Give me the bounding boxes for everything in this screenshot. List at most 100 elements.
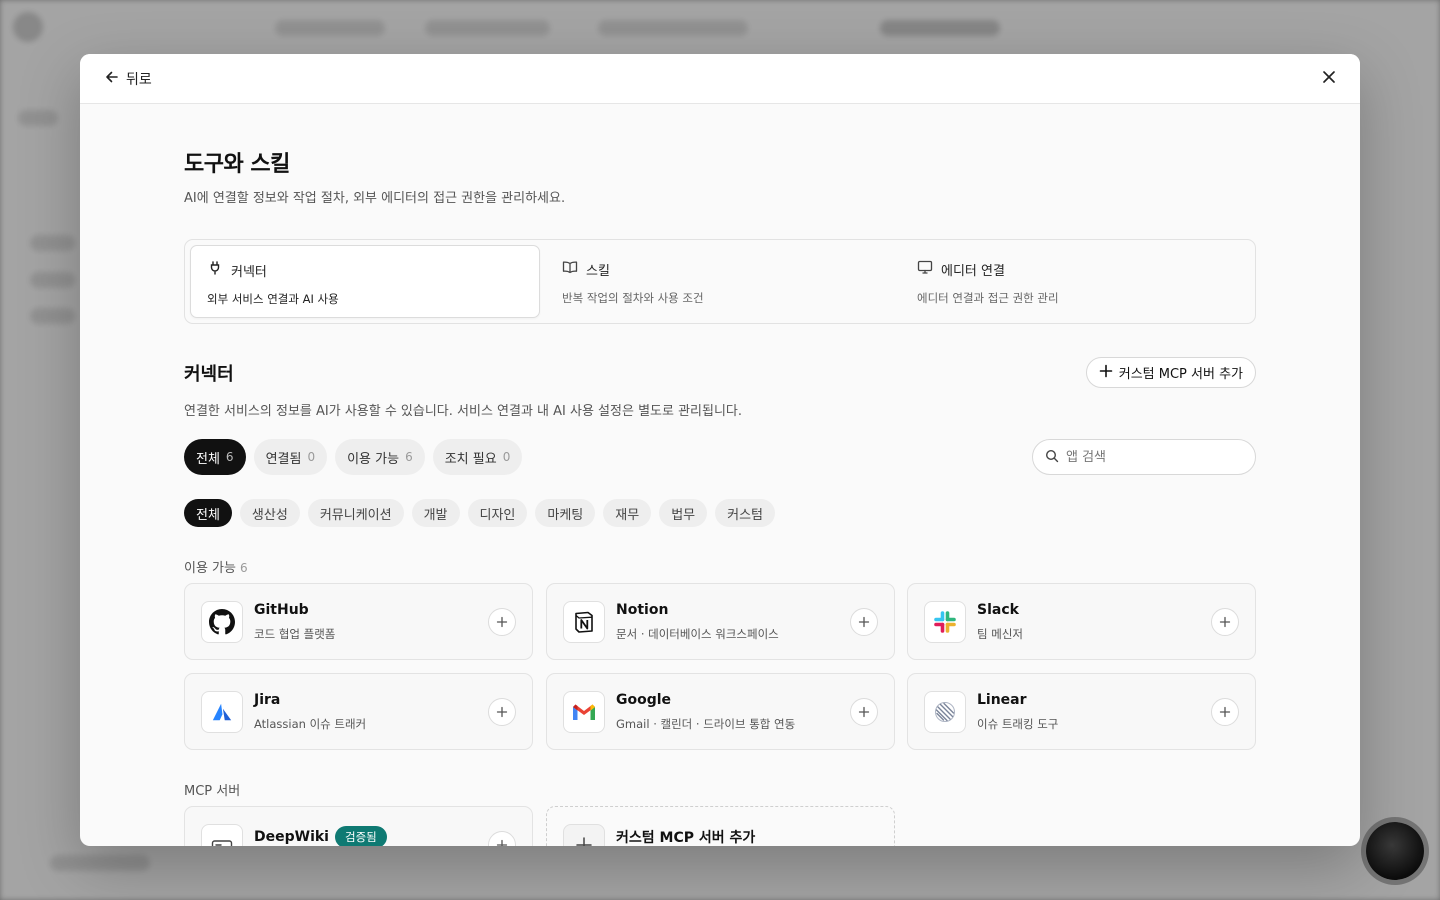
linear-icon	[924, 691, 966, 733]
mcp-card-deepwiki[interactable]: DeepWiki 검증됨	[184, 806, 533, 846]
plus-icon	[1219, 703, 1231, 722]
app-card-google[interactable]: Google Gmail · 캘린더 · 드라이브 통합 연동	[546, 673, 895, 750]
filter-count: 6	[405, 450, 413, 464]
connect-button[interactable]	[488, 608, 516, 636]
app-description: 코드 협업 플랫폼	[254, 627, 336, 641]
back-label: 뒤로	[126, 71, 152, 88]
notion-icon	[563, 601, 605, 643]
category-chip[interactable]: 마케팅	[535, 499, 596, 527]
search-icon	[1045, 448, 1059, 467]
status-filters: 전체 6 연결됨 0 이용 가능 6 조치 필요 0	[184, 439, 523, 475]
add-custom-mcp-button[interactable]: 커스텀 MCP 서버 추가	[1085, 357, 1256, 388]
app-description: 문서 · 데이터베이스 워크스페이스	[616, 627, 779, 641]
category-chip[interactable]: 개발	[411, 499, 460, 527]
filter-count: 0	[502, 450, 511, 464]
mcp-group-label: MCP 서버	[184, 784, 241, 799]
app-description: Atlassian 이슈 트래커	[254, 717, 367, 731]
tab-skills[interactable]: 스킬 반복 작업의 절차와 사용 조건	[546, 245, 896, 318]
filter-count: 0	[307, 450, 316, 464]
category-chip[interactable]: 재무	[603, 499, 652, 527]
assistant-orb-button[interactable]	[1366, 822, 1424, 880]
gmail-icon	[563, 691, 605, 733]
connect-button[interactable]	[488, 831, 516, 846]
tab-connectors[interactable]: 커넥터 외부 서비스 연결과 AI 사용	[190, 245, 540, 318]
add-custom-mcp-card-label: 커스텀 MCP 서버 추가	[616, 830, 756, 846]
filter-label: 연결됨	[265, 451, 302, 467]
filter-all[interactable]: 전체 6	[184, 439, 246, 475]
search-input[interactable]	[1066, 449, 1236, 465]
page-title: 도구와 스킬	[184, 152, 290, 177]
category-filters: 전체 생산성 커뮤니케이션 개발 디자인 마케팅 재무 법무 커스텀	[184, 499, 776, 527]
verified-badge: 검증됨	[334, 826, 387, 846]
filter-action-needed[interactable]: 조치 필요 0	[432, 439, 523, 475]
category-chip[interactable]: 커스텀	[715, 499, 776, 527]
plus-icon	[858, 703, 870, 722]
book-icon	[562, 259, 578, 279]
tab-label: 에디터 연결	[941, 263, 1005, 279]
plug-icon	[207, 260, 223, 280]
jira-icon	[201, 691, 243, 733]
slack-icon	[924, 601, 966, 643]
arrow-left-icon	[104, 69, 120, 89]
connect-button[interactable]	[1211, 608, 1239, 636]
app-search[interactable]	[1032, 439, 1256, 475]
tools-skills-modal: 뒤로 도구와 스킬 AI에 연결할 정보와 작업 절차, 외부 에디터의 접근 …	[80, 54, 1360, 846]
filter-label: 이용 가능	[347, 451, 400, 467]
category-chip[interactable]: 생산성	[239, 499, 300, 527]
app-card-notion[interactable]: Notion 문서 · 데이터베이스 워크스페이스	[546, 583, 895, 660]
connect-button[interactable]	[850, 698, 878, 726]
app-description: 팀 메신저	[977, 627, 1023, 641]
plus-icon	[563, 824, 605, 846]
filter-label: 조치 필요	[444, 451, 497, 467]
app-name: Slack	[977, 602, 1019, 618]
plus-icon	[496, 703, 508, 722]
app-name: Linear	[977, 692, 1027, 708]
app-card-linear[interactable]: Linear 이슈 트래킹 도구	[907, 673, 1256, 750]
monitor-icon	[917, 259, 933, 279]
plus-icon	[1099, 364, 1113, 382]
filter-connected[interactable]: 연결됨 0	[253, 439, 328, 475]
category-chip[interactable]: 전체	[184, 499, 232, 527]
server-name-row: DeepWiki 검증됨	[254, 826, 387, 846]
plus-icon	[858, 613, 870, 632]
server-name: DeepWiki	[254, 829, 329, 845]
app-name: Jira	[254, 692, 281, 708]
add-custom-mcp-label: 커스텀 MCP 서버 추가	[1118, 367, 1243, 382]
plus-icon	[496, 613, 508, 632]
tab-description: 반복 작업의 절차와 사용 조건	[562, 291, 704, 305]
plus-icon	[1219, 613, 1231, 632]
tab-label: 스킬	[586, 263, 610, 279]
back-button[interactable]: 뒤로	[104, 69, 152, 89]
category-chip[interactable]: 디자인	[467, 499, 528, 527]
section-title: 커넥터	[184, 364, 234, 385]
category-chip[interactable]: 법무	[659, 499, 708, 527]
app-name: GitHub	[254, 602, 309, 618]
tab-label: 커넥터	[231, 264, 267, 280]
group-label-text: 이용 가능	[184, 561, 236, 576]
add-custom-mcp-card[interactable]: 커스텀 MCP 서버 추가	[546, 806, 895, 846]
connect-button[interactable]	[1211, 698, 1239, 726]
app-card-github[interactable]: GitHub 코드 협업 플랫폼	[184, 583, 533, 660]
connect-button[interactable]	[488, 698, 516, 726]
app-card-jira[interactable]: Jira Atlassian 이슈 트래커	[184, 673, 533, 750]
close-button[interactable]	[1318, 68, 1340, 90]
app-card-slack[interactable]: Slack 팀 메신저	[907, 583, 1256, 660]
app-description: 이슈 트래킹 도구	[977, 717, 1059, 731]
github-icon	[201, 601, 243, 643]
app-name: Google	[616, 692, 672, 708]
filter-count: 6	[225, 450, 234, 464]
tab-editor-connection[interactable]: 에디터 연결 에디터 연결과 접근 권한 관리	[901, 245, 1251, 318]
server-icon	[201, 824, 243, 846]
section-description: 연결한 서비스의 정보를 AI가 사용할 수 있습니다. 서비스 연결과 내 A…	[184, 404, 743, 419]
section-tabs: 커넥터 외부 서비스 연결과 AI 사용 스킬 반복 작업의 절차와 사용 조건	[184, 239, 1256, 324]
app-name: Notion	[616, 602, 669, 618]
modal-header: 뒤로	[80, 54, 1360, 104]
group-count: 6	[239, 561, 248, 575]
tab-description: 외부 서비스 연결과 AI 사용	[207, 292, 339, 306]
close-icon	[1322, 69, 1336, 88]
category-chip[interactable]: 커뮤니케이션	[307, 499, 404, 527]
available-group-label: 이용 가능 6	[184, 557, 248, 576]
filter-available[interactable]: 이용 가능 6	[335, 439, 425, 475]
connect-button[interactable]	[850, 608, 878, 636]
filter-label: 전체	[196, 451, 220, 467]
